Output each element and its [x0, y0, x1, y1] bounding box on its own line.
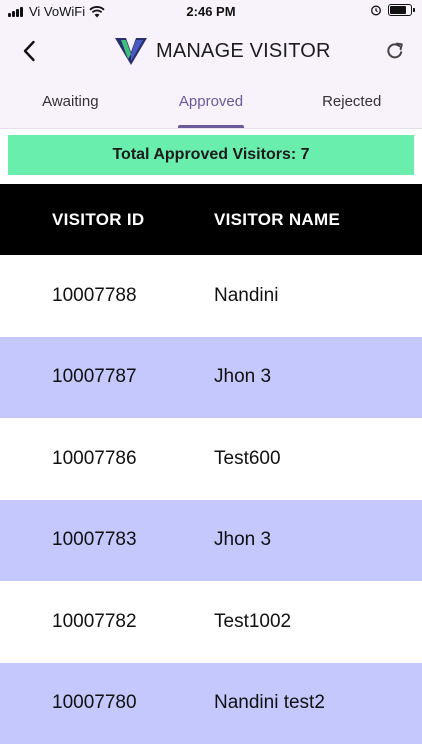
visitor-id-cell: 10007783: [52, 529, 137, 551]
table-row[interactable]: 10007788 Nandini: [0, 255, 422, 337]
page-title: MANAGE VISITOR: [156, 39, 331, 62]
visitor-name-cell: Nandini test2: [214, 692, 325, 714]
column-header-visitor-id: VISITOR ID: [52, 209, 145, 229]
visitor-name-cell: Jhon 3: [214, 529, 272, 551]
tab-approved[interactable]: Approved: [141, 86, 282, 128]
table-row[interactable]: 10007786 Test600: [0, 418, 422, 500]
status-bar: Vi VoWiFi 2:46 PM: [0, 0, 422, 24]
battery-icon: [388, 4, 415, 16]
visitor-id-cell: 10007786: [52, 447, 137, 469]
tab-awaiting[interactable]: Awaiting: [0, 86, 141, 128]
table-row[interactable]: 10007782 Test1002: [0, 581, 422, 663]
tab-rejected[interactable]: Rejected: [281, 86, 422, 128]
alarm-icon: [371, 5, 381, 16]
status-time: 2:46 PM: [186, 4, 236, 19]
table-header: VISITOR ID VISITOR NAME: [0, 184, 422, 255]
brand: MANAGE VISITOR: [114, 34, 331, 68]
chevron-left-icon: [23, 40, 35, 62]
visitor-table: VISITOR ID VISITOR NAME 10007788 Nandini…: [0, 184, 422, 744]
app-header: MANAGE VISITOR: [0, 28, 422, 72]
visitor-name-cell: Jhon 3: [214, 366, 272, 388]
table-row[interactable]: 10007780 Nandini test2: [0, 662, 422, 744]
table-row[interactable]: 10007787 Jhon 3: [0, 336, 422, 418]
visitor-name-cell: Nandini: [214, 284, 279, 306]
visitor-id-cell: 10007780: [52, 692, 137, 714]
refresh-icon: [387, 42, 403, 59]
visitor-id-cell: 10007787: [52, 366, 137, 388]
refresh-button[interactable]: [380, 36, 410, 66]
visitor-name-cell: Test1002: [214, 610, 292, 632]
table-row[interactable]: 10007783 Jhon 3: [0, 499, 422, 581]
column-header-visitor-name: VISITOR NAME: [214, 209, 341, 229]
logo-icon: [115, 38, 147, 65]
visitor-name-cell: Test600: [214, 447, 281, 469]
visitor-id-cell: 10007788: [52, 284, 137, 306]
tabs-divider: [0, 128, 422, 129]
visitor-id-cell: 10007782: [52, 610, 137, 632]
approved-count-banner: Total Approved Visitors: 7: [8, 135, 414, 175]
status-tabs: Awaiting Approved Rejected: [0, 86, 422, 128]
status-right: [370, 4, 415, 16]
back-button[interactable]: [14, 36, 44, 66]
